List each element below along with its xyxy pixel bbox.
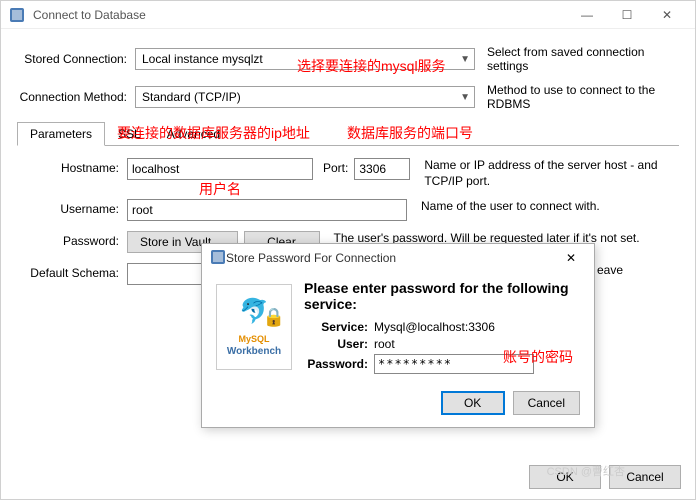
schema-help: eave — [597, 263, 679, 279]
maximize-button[interactable]: ☐ — [607, 1, 647, 29]
dialog-close-button[interactable]: ✕ — [556, 251, 586, 265]
watermark: CSDN @曹红杏 — [547, 463, 625, 479]
titlebar: Connect to Database — ☐ ✕ — [1, 1, 695, 29]
chevron-down-icon: ▼ — [460, 54, 470, 65]
app-icon — [9, 7, 25, 23]
username-help: Name of the user to connect with. — [421, 199, 679, 215]
hostname-help: Name or IP address of the server host - … — [424, 158, 679, 189]
close-button[interactable]: ✕ — [647, 1, 687, 29]
user-label: User: — [304, 337, 374, 351]
chevron-down-icon: ▼ — [460, 92, 470, 103]
schema-label: Default Schema: — [17, 263, 127, 280]
minimize-button[interactable]: — — [567, 1, 607, 29]
hostname-input[interactable] — [127, 158, 313, 180]
port-label: Port: — [313, 158, 354, 175]
tab-parameters[interactable]: Parameters — [17, 122, 105, 146]
stored-connection-desc: Select from saved connection settings — [487, 45, 679, 73]
connection-method-desc: Method to use to connect to the RDBMS — [487, 83, 679, 111]
username-label: Username: — [17, 199, 127, 216]
tab-advanced[interactable]: Advanced — [154, 122, 233, 146]
modal-password-input[interactable] — [374, 354, 534, 374]
stored-connection-label: Stored Connection: — [17, 52, 135, 66]
service-label: Service: — [304, 320, 374, 334]
dialog-heading: Please enter password for the following … — [304, 280, 580, 312]
connection-method-select[interactable]: Standard (TCP/IP) ▼ — [135, 86, 475, 108]
lock-icon: 🔒 — [263, 307, 285, 328]
password-label: Password: — [17, 231, 127, 248]
dialog-title: Store Password For Connection — [226, 251, 556, 265]
port-input[interactable] — [354, 158, 410, 180]
connection-method-label: Connection Method: — [17, 90, 135, 104]
modal-cancel-button[interactable]: Cancel — [513, 391, 580, 415]
window-title: Connect to Database — [33, 8, 567, 22]
store-password-dialog: Store Password For Connection ✕ 🐬 🔒 MySQ… — [201, 243, 595, 428]
modal-password-label: Password: — [304, 357, 374, 371]
hostname-label: Hostname: — [17, 158, 127, 175]
modal-ok-button[interactable]: OK — [441, 391, 505, 415]
stored-connection-select[interactable]: Local instance mysqlzt ▼ — [135, 48, 475, 70]
dialog-icon — [210, 249, 226, 268]
tab-ssl[interactable]: SSL — [105, 122, 154, 146]
workbench-logo: 🐬 🔒 MySQL Workbench — [216, 284, 292, 370]
main-window: Connect to Database — ☐ ✕ Stored Connect… — [0, 0, 696, 500]
username-input[interactable] — [127, 199, 407, 221]
user-value: root — [374, 337, 395, 351]
tabs: Parameters SSL Advanced — [17, 121, 679, 146]
service-value: Mysql@localhost:3306 — [374, 320, 495, 334]
